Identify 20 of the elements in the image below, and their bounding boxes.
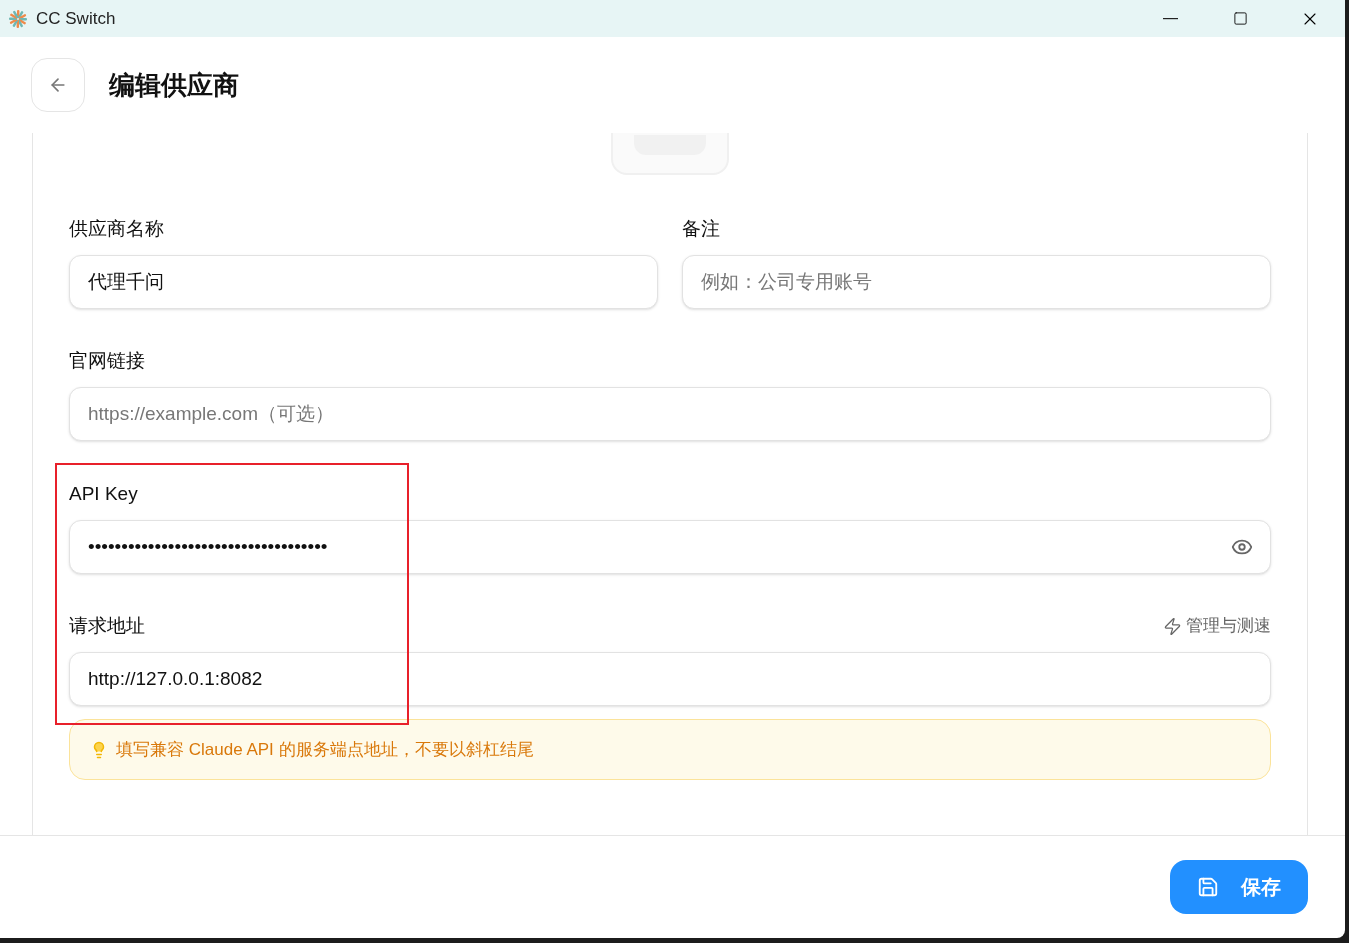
field-label: 备注 bbox=[682, 217, 720, 241]
window-title: CC Switch bbox=[36, 7, 116, 30]
input-field[interactable]: 例如：公司专用账号 bbox=[682, 255, 1271, 309]
back-button[interactable] bbox=[31, 58, 85, 112]
maximize-icon bbox=[1232, 11, 1248, 26]
input-field[interactable]: http://127.0.0.1:8082 bbox=[69, 652, 1271, 706]
field-label: 请求地址 bbox=[69, 614, 145, 638]
input-field[interactable]: https://example.com（可选） bbox=[69, 387, 1271, 441]
page-title: 编辑供应商 bbox=[109, 68, 239, 102]
field-label: API Key bbox=[69, 482, 138, 506]
input-field[interactable]: 代理千问 bbox=[69, 255, 658, 309]
app-logo-icon bbox=[8, 8, 28, 29]
field-label: 官网链接 bbox=[69, 349, 145, 373]
hint-text: 填写兼容 Claude API 的服务端点地址，不要以斜杠结尾 bbox=[116, 738, 534, 761]
lightning-icon bbox=[1163, 616, 1182, 636]
minimize-icon bbox=[1162, 17, 1178, 20]
field-label: 供应商名称 bbox=[69, 217, 164, 241]
save-icon bbox=[1197, 876, 1219, 898]
input-field[interactable]: •••••••••••••••••••••••••••••••••••• bbox=[69, 520, 1271, 574]
manage-speed-test-link[interactable]: 管理与测速 bbox=[1163, 613, 1271, 639]
